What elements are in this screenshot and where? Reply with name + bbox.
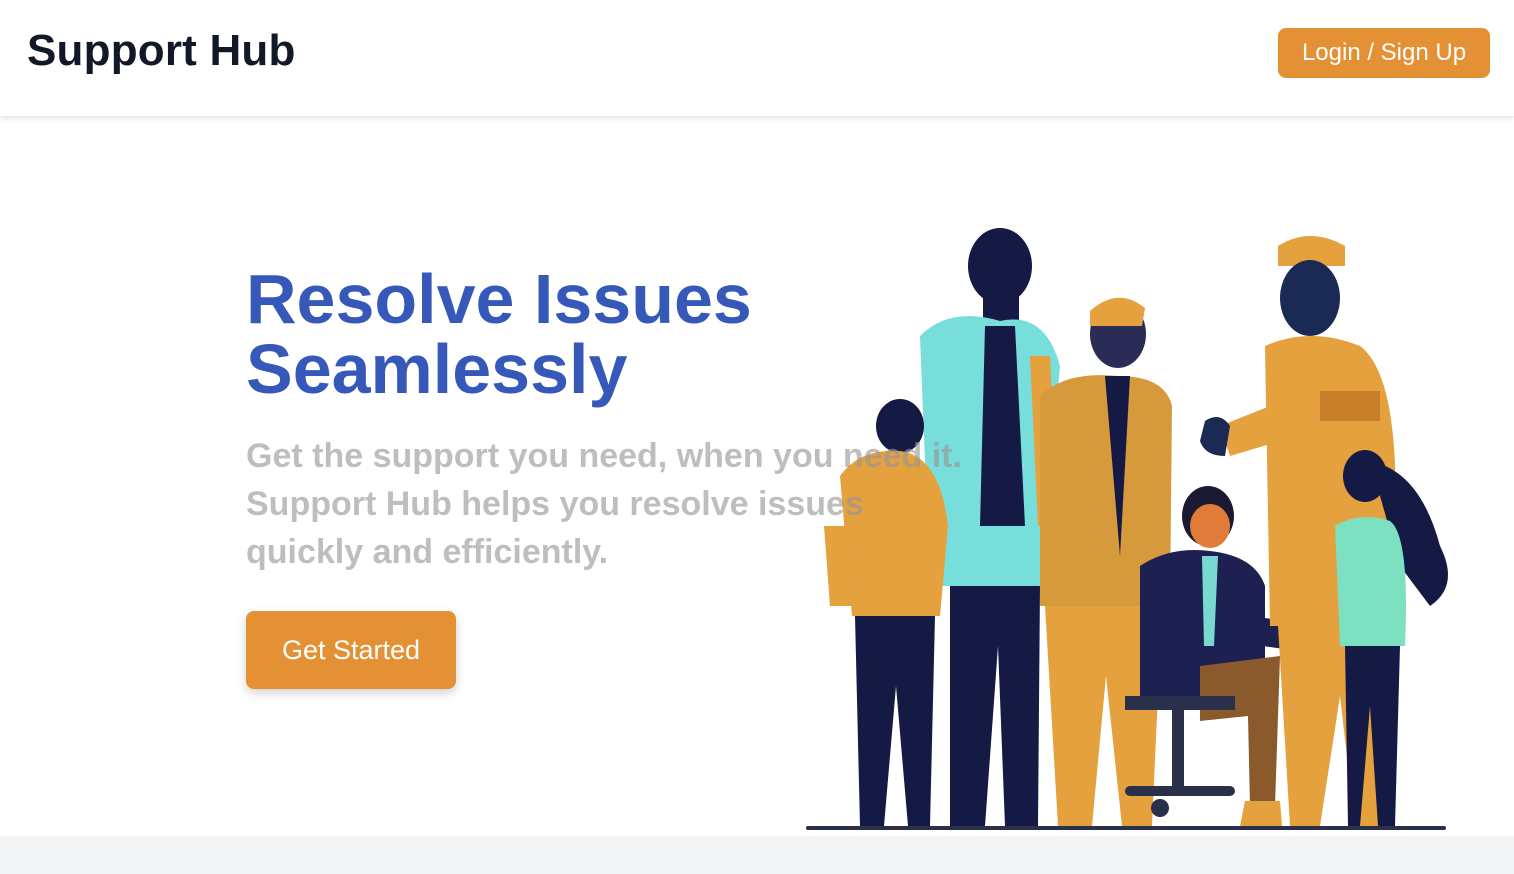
hero-section: Resolve Issues Seamlessly Get the suppor… [0, 116, 1514, 836]
hero-subtitle-line1: Get the support you need, when you need … [246, 437, 962, 475]
login-signup-button[interactable]: Login / Sign Up [1278, 28, 1490, 78]
hero-text-block: Resolve Issues Seamlessly Get the suppor… [246, 264, 1026, 576]
hero-subtitle-line3: quickly and efficiently. [246, 533, 609, 571]
hero-subtitle-line2: Support Hub helps you resolve issues [246, 485, 864, 523]
hero-title-line1: Resolve Issues [246, 260, 752, 338]
hero-title-line2: Seamlessly [246, 330, 628, 408]
hero-title: Resolve Issues Seamlessly [246, 264, 846, 404]
hero-subtitle: Get the support you need, when you need … [246, 432, 1016, 576]
get-started-button[interactable]: Get Started [246, 611, 456, 689]
footer-strip [0, 836, 1514, 874]
brand-logo-text[interactable]: Support Hub [27, 26, 296, 76]
top-navbar: Support Hub Login / Sign Up [0, 0, 1514, 116]
